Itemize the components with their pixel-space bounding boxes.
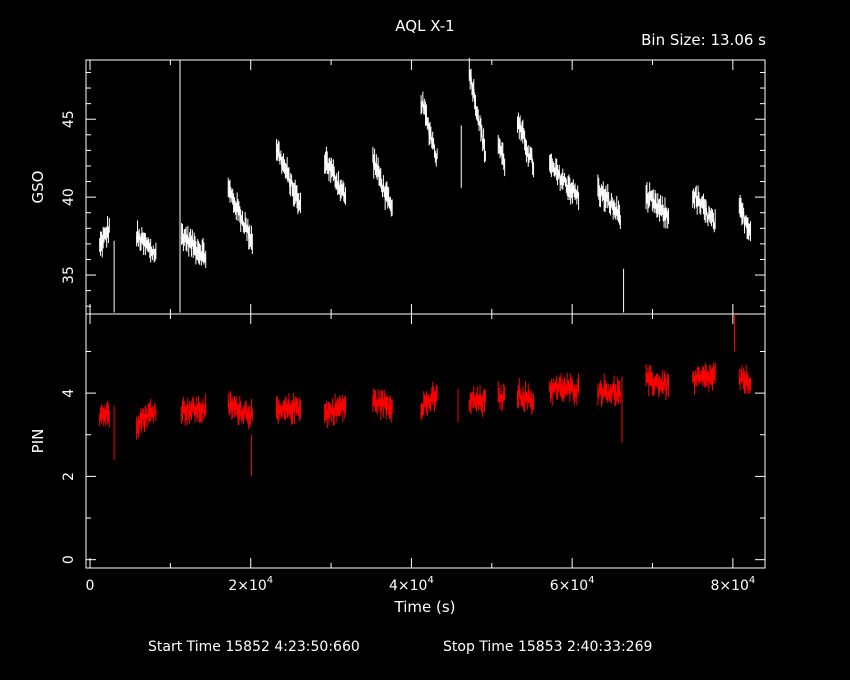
gso-segment <box>420 91 438 167</box>
x-tick-label: 0 <box>86 578 95 594</box>
gso-panel: 35 40 45 GSO <box>29 58 766 315</box>
pin-segment <box>275 392 302 425</box>
pin-segment <box>645 364 670 401</box>
x-tick-label: 6×104 <box>550 575 595 594</box>
pin-ytick-label: 0 <box>61 555 77 564</box>
x-axis-tick-labels: 0 2×104 4×104 6×104 8×104 <box>86 575 756 594</box>
pin-segment <box>738 364 752 394</box>
gso-axis-ticks: 35 40 45 <box>61 60 765 314</box>
gso-segment <box>468 58 486 163</box>
gso-segment <box>227 177 253 255</box>
gso-series-line <box>420 99 438 161</box>
gso-segment <box>136 220 157 263</box>
pin-segment <box>468 384 486 417</box>
gso-series-line <box>227 187 253 244</box>
pin-segment <box>136 398 157 440</box>
gso-axis-label: GSO <box>29 171 47 204</box>
x-tick-label: 8×104 <box>710 575 755 594</box>
x-tick-label: 4×104 <box>389 575 434 594</box>
gso-segment <box>324 146 347 205</box>
gso-ytick-label: 45 <box>61 110 77 128</box>
pin-segment <box>181 393 207 426</box>
x-tick-exponent: 4 <box>427 575 433 586</box>
gso-panel-frame <box>85 59 766 315</box>
chart-title: AQL X-1 <box>395 17 454 35</box>
pin-segment <box>372 388 393 423</box>
gso-ytick-label: 40 <box>61 188 77 206</box>
pin-segment <box>324 393 347 428</box>
pin-segment <box>549 372 580 406</box>
pin-series <box>99 314 752 477</box>
pin-segment <box>99 400 110 428</box>
gso-segment <box>99 215 110 258</box>
x-tick-exponent: 4 <box>267 575 273 586</box>
gso-segment <box>181 223 207 269</box>
x-tick-exponent: 4 <box>749 575 755 586</box>
stop-time-label: Stop Time 15853 2:40:33:269 <box>443 639 652 655</box>
pin-axis-label: PIN <box>29 429 47 454</box>
x-axis-label: Time (s) <box>394 598 456 616</box>
gso-segment <box>692 185 716 233</box>
pin-segment <box>692 362 716 395</box>
pin-axis-ticks: 0 2 4 <box>61 314 765 568</box>
x-tick-exponent: 4 <box>588 575 594 586</box>
lightcurve-figure: AQL X-1 Bin Size: 13.06 s 354045 GSO 024… <box>29 17 766 655</box>
gso-series <box>99 58 752 313</box>
pin-segment <box>597 373 621 408</box>
x-tick-label: 2×104 <box>228 575 273 594</box>
start-time-label: Start Time 15852 4:23:50:660 <box>148 639 360 655</box>
pin-segment <box>227 390 253 430</box>
bin-size-label: Bin Size: 13.06 s <box>641 31 766 49</box>
pin-segment <box>497 381 506 412</box>
gso-ytick-label: 35 <box>61 266 77 284</box>
gso-segment <box>597 174 621 229</box>
gso-segment <box>372 146 393 217</box>
pin-panel-frame <box>85 313 766 569</box>
gso-segment <box>497 134 506 177</box>
pin-ytick-label: 2 <box>61 472 77 481</box>
pin-segment <box>517 378 535 415</box>
pin-segment <box>420 381 438 421</box>
gso-segment <box>549 153 580 211</box>
pin-ytick-label: 4 <box>61 389 77 398</box>
gso-segment <box>517 112 535 178</box>
gso-series-line <box>136 231 157 257</box>
pin-panel: 0 2 4 PIN 0 2×104 4×104 6×104 8×104 Time (s) <box>29 313 766 616</box>
gso-segment <box>275 138 302 215</box>
gso-segment <box>645 182 670 229</box>
gso-segment <box>738 194 752 242</box>
gso-series-line <box>372 154 393 209</box>
